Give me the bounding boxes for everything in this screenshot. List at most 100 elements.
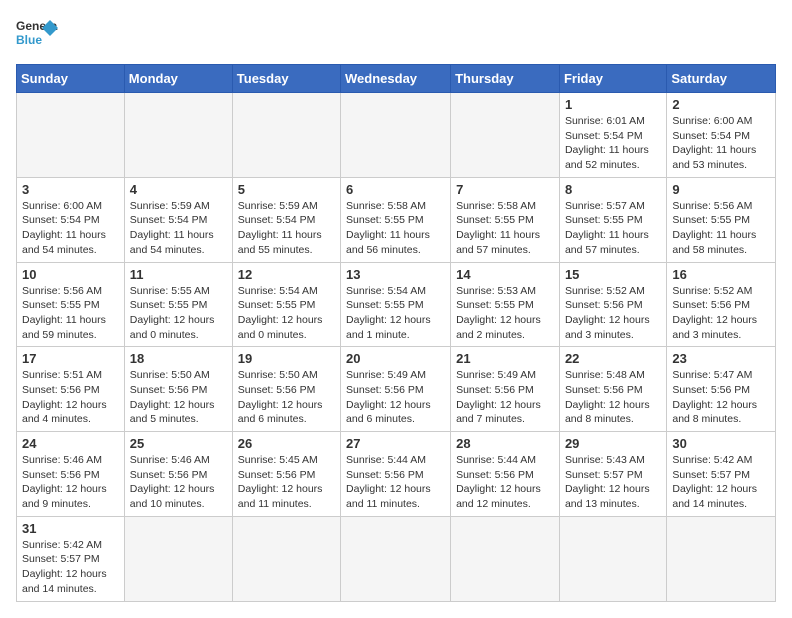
day-number: 18	[130, 351, 227, 366]
weekday-header-row: SundayMondayTuesdayWednesdayThursdayFrid…	[17, 65, 776, 93]
day-number: 13	[346, 267, 445, 282]
calendar-cell: 8 Sunrise: 5:57 AM Sunset: 5:55 PM Daylig…	[559, 177, 666, 262]
day-number: 26	[238, 436, 335, 451]
day-number: 31	[22, 521, 119, 536]
day-info: Sunrise: 5:54 AM Sunset: 5:55 PM Dayligh…	[346, 284, 445, 343]
calendar-cell: 16 Sunrise: 5:52 AM Sunset: 5:56 PM Dayli…	[667, 262, 776, 347]
day-number: 5	[238, 182, 335, 197]
calendar-cell	[232, 516, 340, 601]
day-number: 17	[22, 351, 119, 366]
weekday-header-tuesday: Tuesday	[232, 65, 340, 93]
day-info: Sunrise: 5:58 AM Sunset: 5:55 PM Dayligh…	[456, 199, 554, 258]
day-number: 6	[346, 182, 445, 197]
calendar-cell	[667, 516, 776, 601]
weekday-header-monday: Monday	[124, 65, 232, 93]
calendar-cell: 14 Sunrise: 5:53 AM Sunset: 5:55 PM Dayli…	[451, 262, 560, 347]
day-number: 20	[346, 351, 445, 366]
calendar-cell: 28 Sunrise: 5:44 AM Sunset: 5:56 PM Dayli…	[451, 432, 560, 517]
day-info: Sunrise: 5:48 AM Sunset: 5:56 PM Dayligh…	[565, 368, 661, 427]
calendar-cell	[124, 516, 232, 601]
calendar-cell: 27Sunrise: 5:44 AM Sunset: 5:56 PM Dayli…	[341, 432, 451, 517]
calendar-week-row: 10 Sunrise: 5:56 AM Sunset: 5:55 PM Dayli…	[17, 262, 776, 347]
weekday-header-saturday: Saturday	[667, 65, 776, 93]
calendar-cell: 12 Sunrise: 5:54 AM Sunset: 5:55 PM Dayli…	[232, 262, 340, 347]
day-number: 30	[672, 436, 770, 451]
calendar-cell: 7 Sunrise: 5:58 AM Sunset: 5:55 PM Daylig…	[451, 177, 560, 262]
weekday-header-sunday: Sunday	[17, 65, 125, 93]
svg-text:Blue: Blue	[16, 33, 42, 47]
day-info: Sunrise: 5:50 AM Sunset: 5:56 PM Dayligh…	[130, 368, 227, 427]
calendar-cell	[232, 93, 340, 178]
day-number: 23	[672, 351, 770, 366]
day-info: Sunrise: 5:50 AM Sunset: 5:56 PM Dayligh…	[238, 368, 335, 427]
day-info: Sunrise: 5:49 AM Sunset: 5:56 PM Dayligh…	[346, 368, 445, 427]
day-number: 9	[672, 182, 770, 197]
weekday-header-friday: Friday	[559, 65, 666, 93]
day-number: 15	[565, 267, 661, 282]
day-info: Sunrise: 5:55 AM Sunset: 5:55 PM Dayligh…	[130, 284, 227, 343]
calendar-week-row: 1Sunrise: 6:01 AM Sunset: 5:54 PM Daylig…	[17, 93, 776, 178]
day-number: 22	[565, 351, 661, 366]
calendar-cell: 9 Sunrise: 5:56 AM Sunset: 5:55 PM Daylig…	[667, 177, 776, 262]
day-info: Sunrise: 5:57 AM Sunset: 5:55 PM Dayligh…	[565, 199, 661, 258]
calendar-cell: 29 Sunrise: 5:43 AM Sunset: 5:57 PM Dayli…	[559, 432, 666, 517]
day-info: Sunrise: 5:54 AM Sunset: 5:55 PM Dayligh…	[238, 284, 335, 343]
calendar-cell	[17, 93, 125, 178]
logo: General Blue	[16, 16, 58, 52]
day-info: Sunrise: 5:59 AM Sunset: 5:54 PM Dayligh…	[130, 199, 227, 258]
calendar-cell	[341, 516, 451, 601]
day-number: 12	[238, 267, 335, 282]
day-info: Sunrise: 5:46 AM Sunset: 5:56 PM Dayligh…	[130, 453, 227, 512]
calendar-cell	[559, 516, 666, 601]
calendar-cell: 26 Sunrise: 5:45 AM Sunset: 5:56 PM Dayli…	[232, 432, 340, 517]
calendar-cell: 30 Sunrise: 5:42 AM Sunset: 5:57 PM Dayli…	[667, 432, 776, 517]
calendar-cell	[124, 93, 232, 178]
day-number: 27	[346, 436, 445, 451]
day-info: Sunrise: 5:56 AM Sunset: 5:55 PM Dayligh…	[22, 284, 119, 343]
day-number: 7	[456, 182, 554, 197]
calendar-cell: 15Sunrise: 5:52 AM Sunset: 5:56 PM Dayli…	[559, 262, 666, 347]
day-number: 29	[565, 436, 661, 451]
calendar-cell	[451, 93, 560, 178]
day-number: 21	[456, 351, 554, 366]
day-info: Sunrise: 5:56 AM Sunset: 5:55 PM Dayligh…	[672, 199, 770, 258]
calendar-cell: 2Sunrise: 6:00 AM Sunset: 5:54 PM Daylig…	[667, 93, 776, 178]
calendar-cell: 17 Sunrise: 5:51 AM Sunset: 5:56 PM Dayli…	[17, 347, 125, 432]
logo-graphic: General Blue	[16, 16, 58, 52]
calendar-cell: 1Sunrise: 6:01 AM Sunset: 5:54 PM Daylig…	[559, 93, 666, 178]
calendar-cell: 20 Sunrise: 5:49 AM Sunset: 5:56 PM Dayli…	[341, 347, 451, 432]
day-info: Sunrise: 5:44 AM Sunset: 5:56 PM Dayligh…	[456, 453, 554, 512]
calendar-cell: 6 Sunrise: 5:58 AM Sunset: 5:55 PM Daylig…	[341, 177, 451, 262]
day-info: Sunrise: 6:00 AM Sunset: 5:54 PM Dayligh…	[22, 199, 119, 258]
calendar-week-row: 3Sunrise: 6:00 AM Sunset: 5:54 PM Daylig…	[17, 177, 776, 262]
calendar-cell: 4 Sunrise: 5:59 AM Sunset: 5:54 PM Daylig…	[124, 177, 232, 262]
day-number: 8	[565, 182, 661, 197]
day-number: 24	[22, 436, 119, 451]
day-number: 28	[456, 436, 554, 451]
header: General Blue	[16, 16, 776, 52]
day-info: Sunrise: 5:49 AM Sunset: 5:56 PM Dayligh…	[456, 368, 554, 427]
calendar-cell	[341, 93, 451, 178]
day-number: 14	[456, 267, 554, 282]
weekday-header-thursday: Thursday	[451, 65, 560, 93]
day-number: 10	[22, 267, 119, 282]
day-info: Sunrise: 5:53 AM Sunset: 5:55 PM Dayligh…	[456, 284, 554, 343]
day-info: Sunrise: 5:58 AM Sunset: 5:55 PM Dayligh…	[346, 199, 445, 258]
day-number: 16	[672, 267, 770, 282]
day-info: Sunrise: 5:42 AM Sunset: 5:57 PM Dayligh…	[672, 453, 770, 512]
day-number: 19	[238, 351, 335, 366]
calendar-cell: 31Sunrise: 5:42 AM Sunset: 5:57 PM Dayli…	[17, 516, 125, 601]
calendar-cell: 3Sunrise: 6:00 AM Sunset: 5:54 PM Daylig…	[17, 177, 125, 262]
calendar-cell: 11Sunrise: 5:55 AM Sunset: 5:55 PM Dayli…	[124, 262, 232, 347]
day-info: Sunrise: 5:45 AM Sunset: 5:56 PM Dayligh…	[238, 453, 335, 512]
day-info: Sunrise: 5:59 AM Sunset: 5:54 PM Dayligh…	[238, 199, 335, 258]
day-number: 4	[130, 182, 227, 197]
calendar-cell: 23 Sunrise: 5:47 AM Sunset: 5:56 PM Dayli…	[667, 347, 776, 432]
day-info: Sunrise: 5:52 AM Sunset: 5:56 PM Dayligh…	[672, 284, 770, 343]
day-info: Sunrise: 5:51 AM Sunset: 5:56 PM Dayligh…	[22, 368, 119, 427]
calendar: SundayMondayTuesdayWednesdayThursdayFrid…	[16, 64, 776, 602]
day-info: Sunrise: 5:47 AM Sunset: 5:56 PM Dayligh…	[672, 368, 770, 427]
day-info: Sunrise: 5:43 AM Sunset: 5:57 PM Dayligh…	[565, 453, 661, 512]
day-number: 1	[565, 97, 661, 112]
calendar-cell: 24Sunrise: 5:46 AM Sunset: 5:56 PM Dayli…	[17, 432, 125, 517]
